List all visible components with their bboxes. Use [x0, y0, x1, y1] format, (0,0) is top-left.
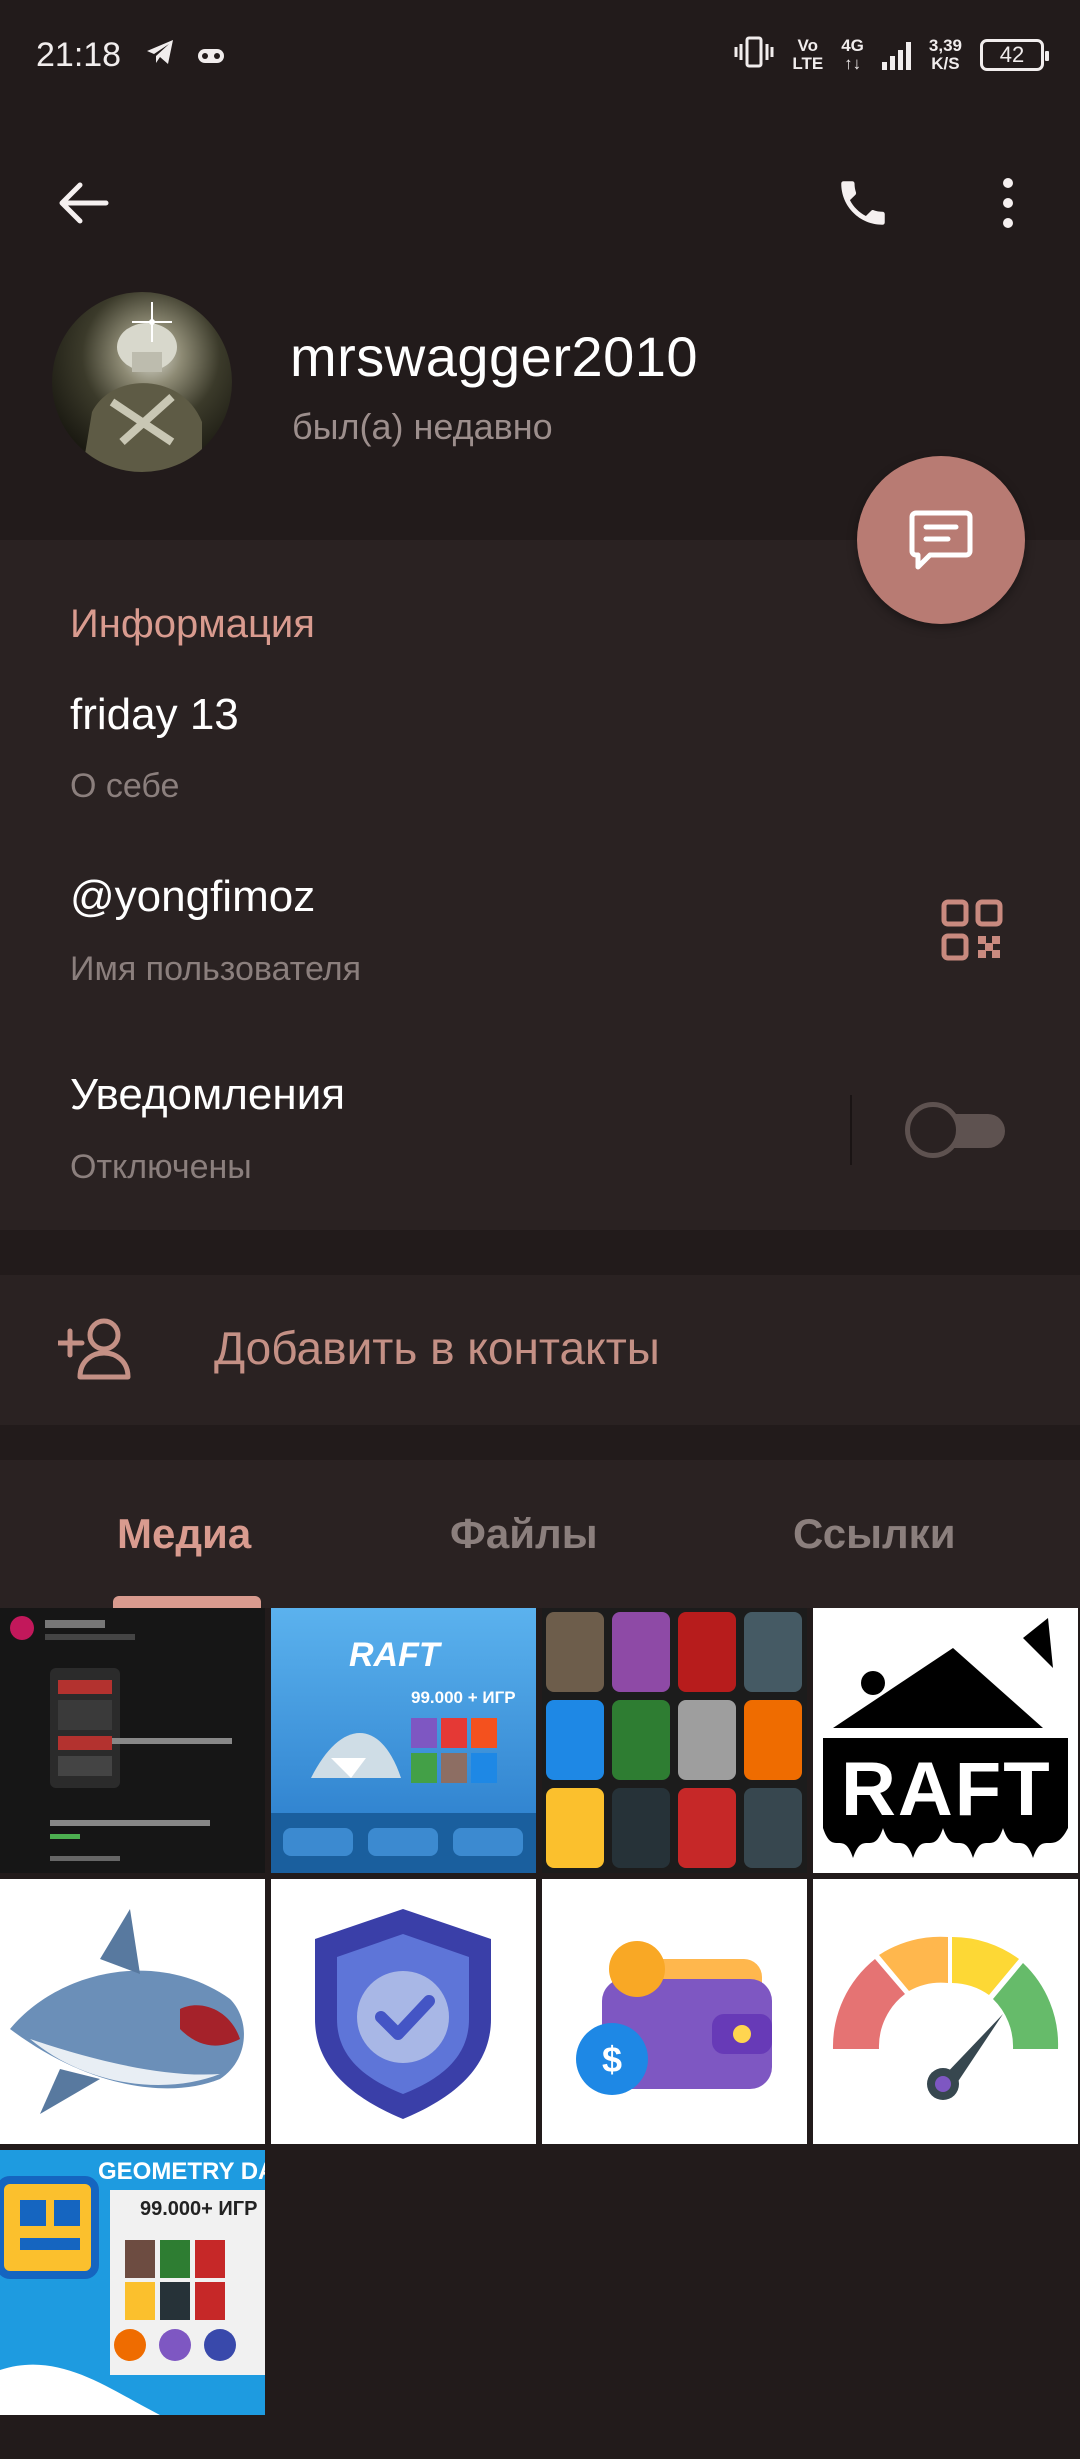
- media-tabs: Медиа Файлы Ссылки: [0, 1460, 1080, 1608]
- add-user-icon: [55, 1315, 138, 1385]
- tab-files[interactable]: Файлы: [450, 1510, 598, 1558]
- gamepad-icon: [197, 36, 225, 75]
- network-gen: 4G ↑↓: [841, 36, 864, 73]
- gd-promo-subtitle: 99.000+ ИГР: [140, 2198, 258, 2220]
- message-icon: [909, 510, 973, 570]
- divider: [850, 1095, 852, 1165]
- svg-text:$: $: [602, 2039, 622, 2080]
- media-thumbnail[interactable]: $: [542, 1879, 807, 2144]
- media-thumbnail[interactable]: [0, 1608, 265, 1873]
- status-time: 21:18: [36, 35, 122, 74]
- media-thumbnail[interactable]: [813, 1879, 1078, 2144]
- media-thumbnail[interactable]: RAFT: [813, 1608, 1078, 1873]
- media-thumbnail[interactable]: [0, 1879, 265, 2144]
- qr-code-icon: [941, 899, 1003, 961]
- network-speed: 3,39 K/S: [928, 36, 962, 73]
- media-thumbnail[interactable]: GEOMETRY DA 99.000+ ИГР: [0, 2150, 265, 2415]
- call-button[interactable]: [820, 160, 906, 246]
- qr-code-button[interactable]: [940, 898, 1004, 962]
- bio-label: О себе: [70, 767, 180, 805]
- arrow-left-icon: [59, 182, 109, 224]
- raft-logo-text: RAFT: [841, 1747, 1052, 1832]
- tab-media[interactable]: Медиа: [117, 1510, 251, 1558]
- send-message-button[interactable]: [857, 456, 1025, 624]
- vibrate-icon: [734, 35, 774, 75]
- username-value[interactable]: @yongfimoz: [70, 872, 315, 922]
- username-label: Имя пользователя: [70, 950, 361, 988]
- profile-name: mrswagger2010: [290, 325, 699, 388]
- telegram-icon: [145, 36, 175, 75]
- back-button[interactable]: [40, 160, 126, 246]
- phone-icon: [841, 181, 885, 225]
- section-title-info: Информация: [70, 602, 315, 646]
- gd-promo-title: GEOMETRY DA: [98, 2158, 265, 2185]
- more-vertical-icon: [1003, 178, 1013, 228]
- bio-value[interactable]: friday 13: [70, 690, 239, 740]
- tab-links[interactable]: Ссылки: [793, 1510, 956, 1558]
- media-thumbnail[interactable]: RAFT 99.000 + ИГР: [271, 1608, 536, 1873]
- notifications-status: Отключены: [70, 1148, 252, 1186]
- notifications-title[interactable]: Уведомления: [70, 1070, 345, 1120]
- tab-indicator: [113, 1596, 261, 1608]
- more-options-button[interactable]: [965, 160, 1051, 246]
- battery-icon: 42: [980, 39, 1049, 71]
- media-thumbnail[interactable]: [542, 1608, 807, 1873]
- volte-indicator: Vo LTE: [792, 36, 824, 73]
- notifications-toggle[interactable]: [905, 1100, 1009, 1160]
- add-contact-label: Добавить в контакты: [214, 1322, 660, 1374]
- signal-icon: [881, 40, 911, 70]
- profile-last-seen: был(а) недавно: [292, 406, 553, 447]
- avatar[interactable]: [52, 292, 232, 472]
- add-contact-row[interactable]: Добавить в контакты: [0, 1275, 1080, 1425]
- status-bar: 21:18 Vo LTE 4G ↑↓ 3,39 K/S 42: [0, 0, 1080, 110]
- info-section: Информация friday 13 О себе @yongfimoz И…: [0, 540, 1080, 1230]
- media-thumbnail[interactable]: [271, 1879, 536, 2144]
